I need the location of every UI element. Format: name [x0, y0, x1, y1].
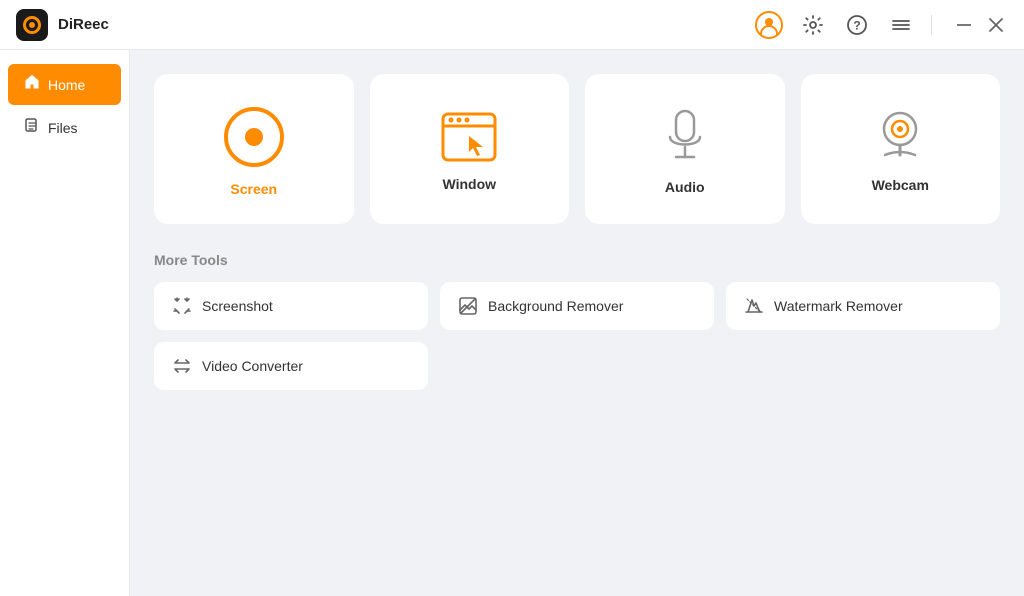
background-remover-label: Background Remover	[488, 298, 623, 314]
audio-icon	[664, 109, 706, 165]
tool-card-background-remover[interactable]: Background Remover	[440, 282, 714, 330]
help-icon[interactable]: ?	[843, 11, 871, 39]
svg-text:?: ?	[853, 18, 860, 32]
minimize-button[interactable]	[952, 13, 976, 37]
audio-card-label: Audio	[665, 179, 705, 195]
menu-icon[interactable]	[887, 11, 915, 39]
screen-icon	[224, 107, 284, 167]
webcam-icon	[875, 111, 925, 163]
audio-record-card[interactable]: Audio	[585, 74, 785, 224]
sidebar-item-files[interactable]: Files	[8, 107, 121, 148]
video-converter-label: Video Converter	[202, 358, 303, 374]
more-tools-section: More Tools Screenshot	[154, 252, 1000, 390]
screen-record-card[interactable]: Screen	[154, 74, 354, 224]
window-controls	[952, 13, 1008, 37]
content-area: Screen Window	[130, 50, 1024, 596]
recording-cards-grid: Screen Window	[154, 74, 1000, 224]
tools-grid: Screenshot Background Remover	[154, 282, 1000, 390]
tool-card-screenshot[interactable]: Screenshot	[154, 282, 428, 330]
user-profile-icon[interactable]	[755, 11, 783, 39]
logo-dot	[29, 22, 35, 28]
audio-icon-wrap	[664, 109, 706, 165]
webcam-record-card[interactable]: Webcam	[801, 74, 1001, 224]
screen-icon-dot	[245, 128, 263, 146]
video-converter-icon	[172, 356, 192, 376]
webcam-card-label: Webcam	[872, 177, 929, 193]
more-tools-title: More Tools	[154, 252, 1000, 268]
sidebar-item-home[interactable]: Home	[8, 64, 121, 105]
title-bar: DiReec ?	[0, 0, 1024, 50]
window-icon-wrap	[441, 112, 497, 162]
sidebar-item-home-label: Home	[48, 77, 85, 93]
screenshot-label: Screenshot	[202, 298, 273, 314]
files-icon	[24, 117, 40, 138]
watermark-remover-icon	[744, 296, 764, 316]
window-icon	[441, 112, 497, 162]
sidebar: Home Files	[0, 50, 130, 596]
separator	[931, 15, 932, 35]
title-bar-left: DiReec	[16, 9, 109, 41]
screenshot-icon	[172, 296, 192, 316]
webcam-icon-wrap	[875, 111, 925, 163]
app-title: DiReec	[58, 16, 109, 33]
window-record-card[interactable]: Window	[370, 74, 570, 224]
app-logo	[16, 9, 48, 41]
sidebar-item-files-label: Files	[48, 120, 78, 136]
background-remover-icon	[458, 296, 478, 316]
screen-card-label: Screen	[230, 181, 277, 197]
tool-card-video-converter[interactable]: Video Converter	[154, 342, 428, 390]
tool-card-watermark-remover[interactable]: Watermark Remover	[726, 282, 1000, 330]
logo-ring	[23, 16, 41, 34]
main-layout: Home Files Screen	[0, 50, 1024, 596]
home-icon	[24, 74, 40, 95]
window-card-label: Window	[442, 176, 496, 192]
watermark-remover-label: Watermark Remover	[774, 298, 903, 314]
settings-icon[interactable]	[799, 11, 827, 39]
title-bar-right: ?	[755, 11, 1008, 39]
close-button[interactable]	[984, 13, 1008, 37]
screen-icon-wrap	[224, 107, 284, 167]
